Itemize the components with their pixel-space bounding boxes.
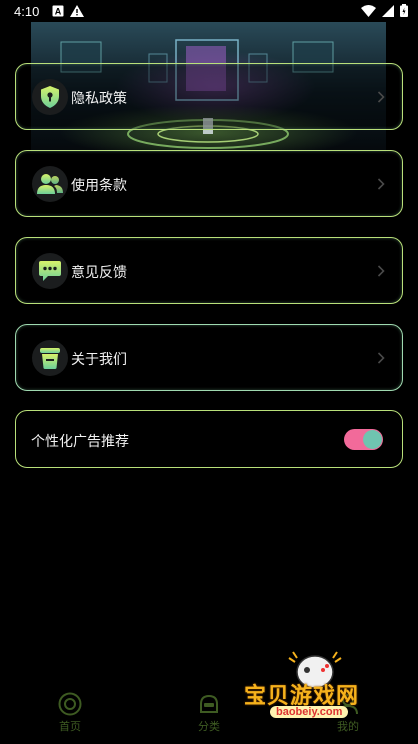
personalized-ads-label: 个性化广告推荐 — [31, 434, 129, 450]
tab-category-label: 分类 — [198, 720, 220, 733]
tab-category[interactable]: 分类 — [179, 692, 239, 734]
chevron-right-icon — [377, 352, 385, 364]
status-time: 4:10 — [14, 4, 40, 19]
status-bar: 4:10 A — [0, 0, 418, 24]
home-target-icon — [58, 692, 82, 716]
menu-item-label: 隐私政策 — [71, 91, 127, 107]
menu-item-feedback[interactable]: 意见反馈 — [15, 237, 403, 304]
chevron-right-icon — [377, 91, 385, 103]
tab-home[interactable]: 首页 — [40, 692, 100, 734]
toggle-knob — [363, 430, 382, 449]
signal-icon — [382, 4, 394, 17]
personalized-ads-toggle[interactable] — [344, 429, 383, 450]
menu-item-terms-of-use[interactable]: 使用条款 — [15, 150, 403, 217]
site-watermark: 宝贝游戏网 baobeiy.com — [240, 650, 390, 744]
chat-bubble-icon — [39, 261, 61, 281]
chevron-right-icon — [377, 178, 385, 190]
shield-icon — [41, 86, 59, 108]
watermark-url: baobeiy.com — [270, 706, 349, 718]
svg-text:A: A — [55, 7, 62, 17]
wifi-icon — [361, 4, 376, 17]
menu-item-label: 关于我们 — [71, 352, 127, 368]
tab-home-label: 首页 — [59, 720, 81, 733]
personalized-ads-setting: 个性化广告推荐 — [15, 410, 403, 468]
users-icon — [37, 174, 63, 194]
chevron-right-icon — [377, 265, 385, 277]
warning-icon — [70, 5, 84, 17]
menu-item-label: 意见反馈 — [71, 265, 127, 281]
cup-icon — [40, 348, 60, 369]
notification-a-icon: A — [52, 5, 64, 17]
category-gamepad-icon — [200, 694, 218, 713]
menu-item-privacy-policy[interactable]: 隐私政策 — [15, 63, 403, 130]
battery-icon — [400, 4, 408, 17]
menu-item-about-us[interactable]: 关于我们 — [15, 324, 403, 391]
menu-item-label: 使用条款 — [71, 178, 127, 194]
